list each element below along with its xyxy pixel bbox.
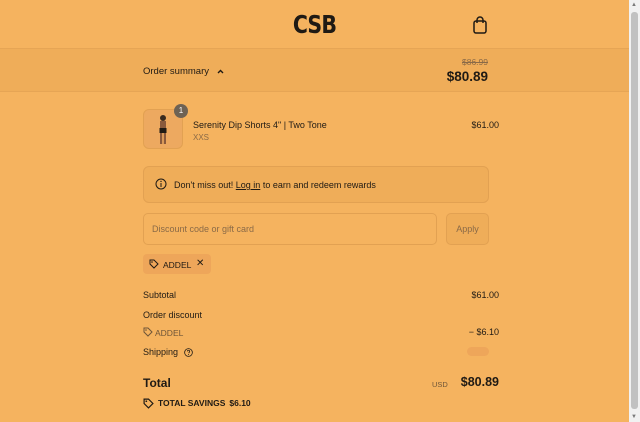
product-variant: XXS bbox=[193, 133, 210, 142]
subtotal-value: $61.00 bbox=[471, 290, 499, 300]
subtotal-label: Subtotal bbox=[143, 290, 177, 300]
page-scrollbar[interactable]: ▲ ▼ bbox=[629, 0, 640, 422]
tag-icon bbox=[143, 327, 153, 337]
notice-prefix: Don't miss out! bbox=[174, 180, 234, 190]
apply-discount-button[interactable]: Apply bbox=[446, 213, 489, 245]
notice-suffix: to earn and redeem rewards bbox=[262, 180, 376, 190]
total-savings: TOTAL SAVINGS $6.10 bbox=[143, 398, 251, 410]
chevron-up-icon bbox=[217, 66, 224, 76]
shipping-row: Shipping bbox=[143, 347, 193, 357]
shipping-pending-placeholder bbox=[467, 347, 489, 356]
discount-code-input[interactable] bbox=[143, 213, 437, 245]
total-currency: USD bbox=[432, 380, 448, 389]
quantity-badge: 1 bbox=[174, 104, 188, 118]
tag-icon bbox=[143, 398, 154, 410]
applied-discount-code: ADDEL bbox=[163, 260, 192, 270]
scroll-up-icon[interactable]: ▲ bbox=[631, 2, 637, 8]
store-logo[interactable]: CSB bbox=[57, 10, 573, 39]
applied-discount-chip: ADDEL ✕ bbox=[143, 254, 211, 274]
total-label: Total bbox=[143, 376, 171, 390]
rewards-notice: Don't miss out! Log in to earn and redee… bbox=[143, 166, 489, 203]
shipping-label: Shipping bbox=[143, 347, 179, 357]
product-name: Serenity Dip Shorts 4" | Two Tone bbox=[193, 120, 327, 130]
info-icon bbox=[155, 178, 167, 190]
remove-discount-icon[interactable]: ✕ bbox=[196, 258, 204, 269]
site-header: CSB bbox=[0, 0, 629, 49]
product-price: $61.00 bbox=[471, 120, 499, 130]
order-summary-label: Order summary bbox=[143, 66, 209, 77]
tag-icon bbox=[149, 259, 159, 269]
order-summary-toggle[interactable]: Order summary bbox=[143, 66, 224, 77]
savings-label: TOTAL SAVINGS bbox=[158, 398, 226, 408]
order-discount-label: Order discount bbox=[143, 310, 203, 320]
order-summary-bar: Order summary $86.99 $80.89 bbox=[0, 49, 629, 92]
order-discount-code: ADDEL bbox=[155, 328, 184, 338]
original-total: $86.99 bbox=[462, 57, 488, 67]
login-link[interactable]: Log in bbox=[236, 180, 261, 190]
scroll-down-icon[interactable]: ▼ bbox=[631, 414, 637, 420]
savings-value: $6.10 bbox=[229, 398, 251, 408]
rewards-notice-text: Don't miss out! Log in to earn and redee… bbox=[174, 180, 376, 190]
total-value: $80.89 bbox=[460, 375, 499, 389]
shopping-bag-icon[interactable] bbox=[472, 16, 488, 34]
scrollbar-thumb[interactable] bbox=[631, 12, 638, 409]
order-discount-value: − $6.10 bbox=[468, 327, 499, 337]
help-icon[interactable] bbox=[183, 348, 193, 357]
current-total: $80.89 bbox=[446, 69, 488, 84]
